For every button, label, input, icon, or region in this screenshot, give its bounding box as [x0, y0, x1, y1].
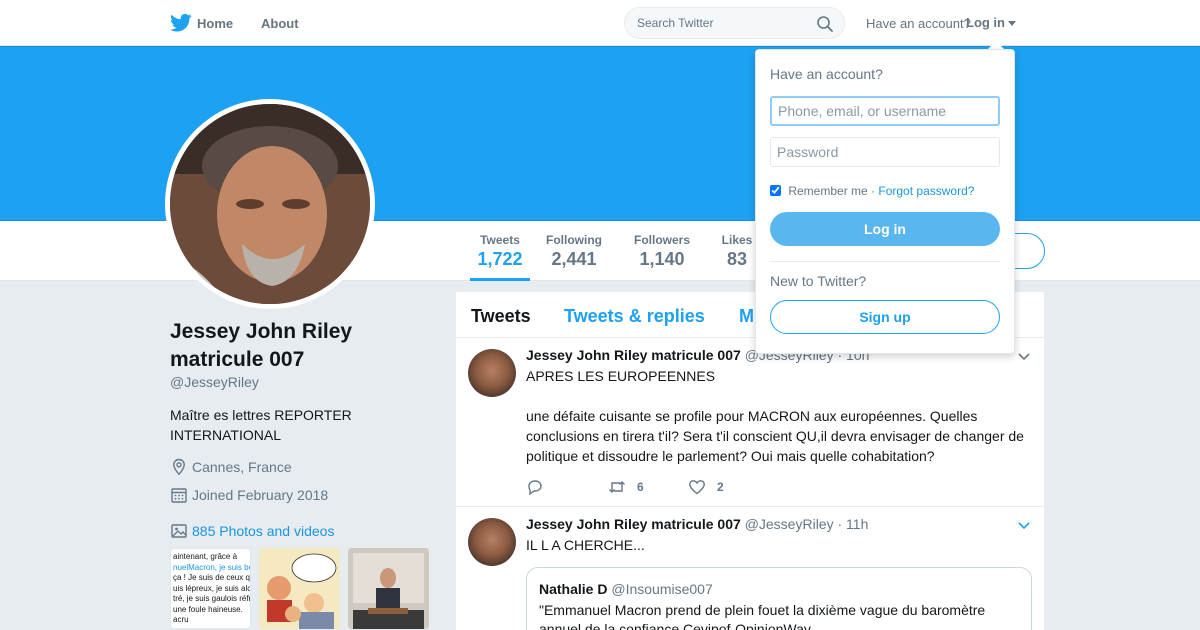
profile-handle[interactable]: @JesseyRiley: [170, 374, 259, 390]
tab-media[interactable]: M: [739, 306, 754, 327]
thumbnail-text-line: tré, je suis gaulois réfra: [173, 594, 251, 603]
calendar-icon: [171, 488, 187, 503]
login-button[interactable]: Log in: [770, 212, 1000, 246]
image-icon: [171, 524, 187, 538]
remember-me-label[interactable]: Remember me: [788, 184, 867, 198]
thumbnail-text-line: une foule haineuse.: [173, 604, 243, 614]
stat-followers[interactable]: Followers 1,140: [630, 233, 694, 270]
tweet-author-handle[interactable]: @JesseyRiley: [745, 516, 834, 532]
quoted-tweet[interactable]: Nathalie D @Insoumise007 "Emmanuel Macro…: [526, 567, 1032, 630]
tweet-text-body: une défaite cuisante se profile pour MAC…: [526, 408, 1024, 464]
top-navigation-bar: Home About Search Twitter Have an accoun…: [0, 0, 1200, 46]
profile-avatar[interactable]: [165, 99, 375, 309]
quoted-author-name[interactable]: Nathalie D: [539, 581, 607, 597]
tweet-text-line: IL L A CHERCHE...: [526, 537, 645, 553]
tweet[interactable]: Jessey John Riley matricule 007 @JesseyR…: [456, 507, 1044, 630]
stat-value: 83: [726, 249, 748, 269]
stat-value: 1,722: [477, 249, 523, 269]
remember-me-checkbox[interactable]: [770, 185, 781, 196]
twitter-bird-icon[interactable]: [170, 13, 192, 33]
chevron-down-icon[interactable]: [1008, 21, 1016, 26]
profile-name[interactable]: Jessey John Riley matricule 007: [170, 318, 410, 374]
signup-button[interactable]: Sign up: [770, 300, 1000, 334]
location-pin-icon: [173, 458, 185, 476]
stat-value: 2,441: [551, 249, 597, 269]
stat-label: Tweets: [480, 233, 520, 247]
tweet-avatar[interactable]: [468, 518, 516, 566]
tab-tweets-replies[interactable]: Tweets & replies: [564, 306, 705, 327]
username-input[interactable]: [770, 96, 1000, 126]
tweet-author-name[interactable]: Jessey John Riley matricule 007: [526, 516, 741, 532]
tweet-actions: 6 2: [526, 478, 826, 498]
avatar-portrait-image: [170, 104, 370, 304]
chevron-down-icon[interactable]: [1018, 522, 1030, 530]
thumbnail-text-line: nuelMacron, je suis bea: [173, 562, 251, 572]
quoted-author-handle[interactable]: @Insoumise007: [611, 581, 712, 597]
chevron-down-icon[interactable]: [1018, 353, 1030, 361]
avatar-photo: [170, 104, 370, 304]
quoted-tweet-header: Nathalie D @Insoumise007: [539, 581, 713, 597]
tweet-timestamp[interactable]: · 11h: [837, 516, 868, 532]
like-count: 2: [717, 480, 724, 494]
stat-value: 1,140: [639, 249, 685, 269]
tweet-author-name[interactable]: Jessey John Riley matricule 007: [526, 347, 741, 363]
thumbnail-text-line: uis lépreux, je suis alcoo: [173, 583, 251, 593]
stat-label: Followers: [633, 233, 690, 247]
search-box[interactable]: Search Twitter: [624, 7, 845, 39]
cartoon-thumbnail-image: [259, 548, 340, 629]
remember-me-row: Remember me · Forgot password?: [770, 184, 974, 198]
search-icon[interactable]: [816, 15, 834, 33]
media-thumbnail[interactable]: [259, 548, 340, 629]
media-thumbnail[interactable]: aintenant, grâce à nuelMacron, je suis b…: [170, 548, 251, 629]
stat-label: Likes: [721, 233, 753, 247]
login-menu-button[interactable]: Log in: [966, 15, 1005, 30]
nav-home-link[interactable]: Home: [197, 16, 233, 31]
thumbnail-text-line: acru: [173, 615, 189, 624]
photos-videos-text[interactable]: 885 Photos and videos: [192, 523, 334, 539]
retweet-count: 6: [637, 480, 644, 494]
stat-following[interactable]: Following 2,441: [543, 233, 605, 270]
new-to-twitter-text: New to Twitter?: [770, 273, 867, 289]
heart-icon: [689, 480, 705, 495]
media-thumbnail[interactable]: [348, 548, 429, 629]
thumbnail-text: aintenant, grâce à nuelMacron, je suis b…: [173, 552, 251, 626]
thumbnail-text-line: aintenant, grâce à: [173, 552, 238, 561]
tweet-avatar[interactable]: [468, 349, 516, 397]
joined-text: Joined February 2018: [192, 487, 329, 503]
tweet-text-line: APRES LES EUROPEENNES: [526, 368, 716, 384]
stat-tweets[interactable]: Tweets 1,722: [470, 233, 530, 281]
password-input[interactable]: [770, 137, 1000, 167]
stat-label: Following: [546, 233, 602, 247]
profile-bio: Maître es lettres REPORTER INTERNATIONAL: [170, 407, 352, 443]
reply-icon: [528, 480, 542, 496]
forgot-password-link[interactable]: Forgot password?: [878, 184, 974, 198]
login-dropdown: Have an account? Remember me · Forgot pa…: [755, 49, 1015, 354]
quoted-tweet-text: "Emmanuel Macron prend de plein fouet la…: [539, 602, 986, 630]
dropdown-divider: [770, 261, 1000, 262]
nav-about-link[interactable]: About: [261, 16, 299, 31]
search-placeholder[interactable]: Search Twitter: [637, 16, 713, 30]
retweet-icon: [609, 481, 625, 493]
thumbnail-text-line: ça ! Je suis de ceux qui: [173, 573, 251, 582]
stat-likes[interactable]: Likes 83: [718, 233, 756, 270]
tweet-header: Jessey John Riley matricule 007 @JesseyR…: [526, 516, 868, 532]
location-text: Cannes, France: [192, 459, 292, 475]
tweet[interactable]: Jessey John Riley matricule 007 @JesseyR…: [456, 338, 1044, 507]
dropdown-title: Have an account?: [770, 66, 883, 82]
separator-dot: ·: [867, 184, 879, 198]
photo-thumbnail-image: [348, 548, 429, 629]
tab-tweets[interactable]: Tweets: [471, 306, 531, 327]
have-account-text: Have an account?: [866, 16, 971, 31]
